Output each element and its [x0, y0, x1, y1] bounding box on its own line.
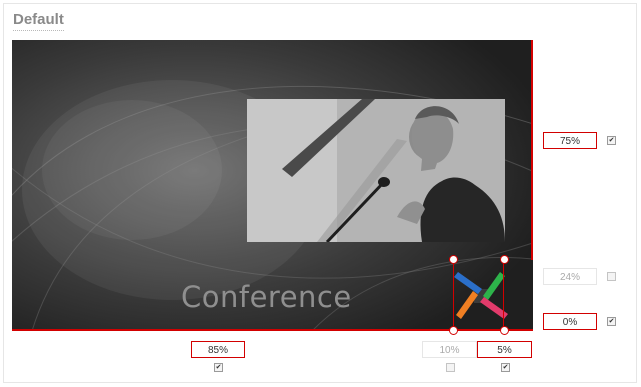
bottom-left-percent-field[interactable]: 85% — [191, 341, 245, 358]
right-top-checkbox[interactable]: ✔ — [607, 136, 616, 145]
bottom-middle-percent-field[interactable]: 10% — [422, 341, 477, 358]
right-bottom-checkbox[interactable]: ✔ — [607, 317, 616, 326]
panel-title: Default — [13, 11, 64, 31]
bottom-left-checkbox[interactable]: ✔ — [214, 363, 223, 372]
speaker-image — [247, 99, 505, 242]
resize-handle-bottom-left[interactable] — [449, 326, 458, 335]
bottom-middle-checkbox[interactable] — [446, 363, 455, 372]
resize-handle-top-left[interactable] — [449, 255, 458, 264]
conference-caption: Conference — [181, 280, 352, 314]
resize-handle-bottom-right[interactable] — [500, 326, 509, 335]
right-bottom-percent-field[interactable]: 0% — [543, 313, 597, 330]
logo-selection-box[interactable] — [453, 259, 504, 330]
bottom-right-checkbox[interactable]: ✔ — [501, 363, 510, 372]
right-top-percent-field[interactable]: 75% — [543, 132, 597, 149]
resize-handle-top-right[interactable] — [500, 255, 509, 264]
bottom-right-percent-field[interactable]: 5% — [477, 341, 532, 358]
right-middle-percent-field[interactable]: 24% — [543, 268, 597, 285]
right-middle-checkbox[interactable] — [607, 272, 616, 281]
speaker-photo — [247, 99, 505, 242]
right-guide-line — [531, 40, 533, 260]
